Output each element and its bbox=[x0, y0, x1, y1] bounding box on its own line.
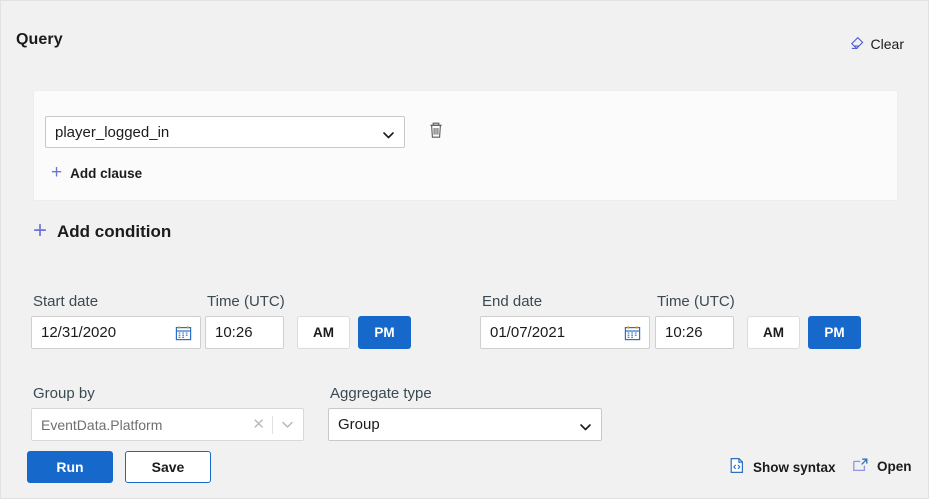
clause-panel: player_logged_in + Add clause bbox=[33, 90, 898, 201]
add-clause-button[interactable]: + Add clause bbox=[51, 162, 143, 183]
run-button[interactable]: Run bbox=[27, 451, 113, 483]
add-condition-button[interactable]: + Add condition bbox=[33, 217, 172, 244]
page-title: Query bbox=[16, 31, 63, 48]
open-label: Open bbox=[877, 459, 912, 474]
start-time-label: Time (UTC) bbox=[207, 293, 285, 310]
card-header: Query Clear bbox=[1, 1, 928, 73]
external-link-icon bbox=[852, 457, 869, 476]
query-card: Query Clear player_logged_in + Add claus… bbox=[0, 0, 929, 499]
save-button[interactable]: Save bbox=[125, 451, 211, 483]
event-select[interactable]: player_logged_in bbox=[45, 116, 405, 148]
group-by-label: Group by bbox=[33, 385, 95, 402]
end-am-button[interactable]: AM bbox=[747, 316, 800, 349]
show-syntax-button[interactable]: Show syntax bbox=[729, 457, 836, 477]
clear-button[interactable]: Clear bbox=[848, 35, 904, 52]
start-date-input-wrapper bbox=[31, 316, 201, 349]
delete-clause-button[interactable] bbox=[423, 118, 449, 146]
open-button[interactable]: Open bbox=[852, 457, 912, 476]
end-pm-button[interactable]: PM bbox=[808, 316, 861, 349]
end-date-label: End date bbox=[482, 293, 543, 310]
group-by-value: EventData.Platform bbox=[41, 416, 163, 433]
end-date-input[interactable] bbox=[480, 316, 650, 349]
aggregate-type-select[interactable]: Group bbox=[328, 408, 602, 441]
aggregate-type-block: Aggregate type Group bbox=[328, 385, 602, 441]
trash-icon bbox=[426, 122, 446, 144]
start-time-input-wrapper bbox=[205, 316, 284, 349]
aggregate-type-label: Aggregate type bbox=[330, 385, 432, 402]
start-pm-button[interactable]: PM bbox=[358, 316, 411, 349]
plus-icon: + bbox=[33, 217, 48, 244]
end-time-input-wrapper bbox=[655, 316, 734, 349]
add-clause-label: Add clause bbox=[70, 166, 143, 181]
end-time-input[interactable] bbox=[655, 316, 734, 349]
start-date-label: Start date bbox=[33, 293, 99, 310]
end-time-label: Time (UTC) bbox=[657, 293, 735, 310]
end-date-input-wrapper bbox=[480, 316, 650, 349]
plus-icon: + bbox=[51, 162, 63, 183]
code-file-icon bbox=[729, 457, 745, 477]
show-syntax-label: Show syntax bbox=[753, 459, 836, 475]
group-by-combobox[interactable]: EventData.Platform ✕ bbox=[31, 408, 304, 441]
add-condition-label: Add condition bbox=[57, 222, 172, 241]
start-date-input[interactable] bbox=[31, 316, 201, 349]
close-icon[interactable]: ✕ bbox=[245, 417, 272, 432]
start-time-input[interactable] bbox=[205, 316, 284, 349]
eraser-icon bbox=[848, 35, 865, 52]
clear-button-label: Clear bbox=[870, 35, 904, 52]
event-select-wrapper: player_logged_in bbox=[45, 116, 405, 148]
start-am-button[interactable]: AM bbox=[297, 316, 350, 349]
chevron-down-icon[interactable] bbox=[273, 420, 303, 429]
